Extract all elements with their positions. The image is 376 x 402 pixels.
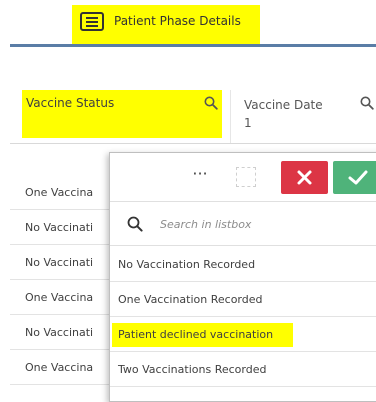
column-sublabel: 1 bbox=[244, 116, 252, 130]
listbox-item[interactable]: Two Vaccinations Recorded bbox=[110, 352, 376, 387]
tab-underline bbox=[10, 44, 376, 47]
column-divider bbox=[230, 90, 231, 143]
table-cell: One Vaccina bbox=[25, 291, 94, 304]
table-cell: No Vaccinati bbox=[25, 221, 94, 234]
listbox-item[interactable]: One Vaccination Recorded bbox=[110, 282, 376, 317]
more-options-button[interactable]: ··· bbox=[188, 166, 212, 186]
table-cell: No Vaccinati bbox=[25, 256, 94, 269]
selection-tool-icon[interactable] bbox=[236, 167, 256, 187]
search-icon[interactable] bbox=[360, 96, 374, 110]
column-label: Vaccine Date bbox=[244, 98, 323, 112]
table-cell: No Vaccinati bbox=[25, 326, 94, 339]
listbox-item-highlighted[interactable]: Patient declined vaccination bbox=[110, 317, 376, 352]
confirm-selection-button[interactable] bbox=[333, 161, 376, 194]
listbox-item-label: One Vaccination Recorded bbox=[118, 293, 263, 306]
listbox-search-input[interactable] bbox=[160, 213, 360, 235]
checkmark-icon bbox=[348, 170, 368, 185]
table-cell: One Vaccina bbox=[25, 361, 94, 374]
column-header-vaccine-date[interactable]: Vaccine Date 1 bbox=[244, 96, 323, 132]
table-cell: One Vaccina bbox=[25, 186, 94, 199]
close-icon bbox=[297, 170, 312, 185]
list-icon bbox=[80, 12, 104, 31]
listbox-item-label: Patient declined vaccination bbox=[112, 323, 294, 347]
toolbar-divider bbox=[110, 201, 376, 202]
search-icon bbox=[127, 216, 143, 232]
cancel-selection-button[interactable] bbox=[281, 161, 328, 194]
header-divider bbox=[10, 143, 376, 144]
tab-label: Patient Phase Details bbox=[114, 14, 241, 28]
search-divider bbox=[110, 245, 376, 246]
column-label: Vaccine Status bbox=[26, 96, 115, 110]
listbox-item-label: No Vaccination Recorded bbox=[118, 258, 256, 271]
listbox-item-label: Two Vaccinations Recorded bbox=[118, 363, 267, 376]
listbox-item[interactable]: No Vaccination Recorded bbox=[110, 247, 376, 282]
search-icon[interactable] bbox=[204, 96, 218, 110]
